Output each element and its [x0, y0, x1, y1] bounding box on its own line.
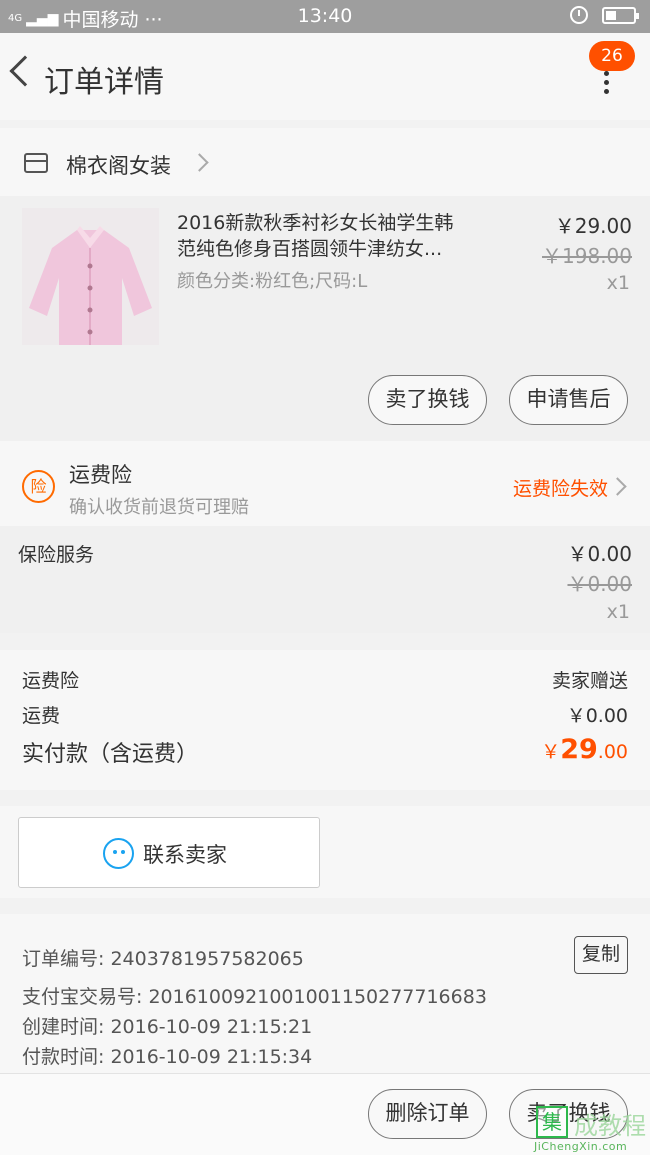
chevron-right-icon	[190, 153, 209, 172]
price-summary: 运费险 卖家赠送 运费 ￥0.00 实付款（含运费） ￥29.00	[0, 650, 650, 790]
alarm-icon	[570, 6, 588, 24]
product-image[interactable]	[22, 208, 159, 345]
product-title-line2: 范纯色修身百搭圆领牛津纺女...	[177, 238, 443, 260]
product-title[interactable]: 2016新款秋季衬衫女长袖学生韩 范纯色修身百搭圆领牛津纺女...	[177, 210, 507, 262]
watermark: 集 成教程 JiChengXin.com	[534, 1106, 650, 1153]
insurance-subtitle: 确认收货前退货可理赔	[69, 497, 249, 518]
nav-bar: 订单详情 26	[0, 33, 650, 120]
product-title-line1: 2016新款秋季衬衫女长袖学生韩	[177, 212, 454, 234]
order-info: 订单编号: 2403781957582065 复制 支付宝交易号: 201610…	[0, 914, 650, 1074]
summary-insurance-value: 卖家赠送	[551, 670, 628, 692]
contact-area: 联系卖家	[0, 806, 650, 898]
total-integer: 29	[560, 734, 598, 765]
watermark-logo: 集	[536, 1106, 568, 1138]
product-item[interactable]: 2016新款秋季衬衫女长袖学生韩 范纯色修身百搭圆领牛津纺女... 颜色分类:粉…	[0, 196, 650, 441]
service-price: ￥0.00	[567, 542, 632, 566]
total-label: 实付款（含运费）	[22, 742, 199, 767]
status-bar: 4G ▂▄▆ 中国移动 ··· 13:40	[0, 0, 650, 33]
order-number: 订单编号: 2403781957582065	[22, 948, 304, 970]
back-icon[interactable]	[9, 55, 41, 87]
shop-row[interactable]: 棉衣阁女装	[0, 128, 650, 196]
more-icon[interactable]	[601, 71, 611, 95]
alipay-transaction-number: 支付宝交易号: 2016100921001001150277716683	[22, 986, 487, 1008]
resell-button[interactable]: 卖了换钱	[368, 375, 487, 425]
after-sale-button[interactable]: 申请售后	[509, 375, 628, 425]
insurance-icon: 险	[22, 470, 55, 503]
clock: 13:40	[297, 5, 353, 27]
product-quantity: x1	[606, 272, 630, 294]
order-detail-page: 4G ▂▄▆ 中国移动 ··· 13:40 订单详情 26 棉衣阁女装 2016…	[0, 0, 650, 1155]
insurance-status: 运费险失效	[512, 478, 608, 500]
insurance-service-item: 保险服务 ￥0.00 ￥0.00 x1	[0, 526, 650, 633]
paid-time: 付款时间: 2016-10-09 21:15:34	[22, 1046, 313, 1068]
service-quantity: x1	[606, 601, 630, 623]
summary-insurance-label: 运费险	[22, 670, 80, 692]
insurance-title: 运费险	[69, 463, 132, 487]
shipping-insurance-row[interactable]: 险 运费险 确认收货前退货可理赔 运费险失效	[0, 441, 650, 526]
copy-button[interactable]: 复制	[574, 936, 628, 974]
total-decimal: .00	[597, 741, 628, 763]
total-amount: ￥29.00	[541, 734, 628, 765]
page-title: 订单详情	[44, 65, 164, 100]
wangwang-chat-icon	[103, 838, 134, 869]
watermark-url: JiChengXin.com	[534, 1140, 628, 1153]
summary-shipping-label: 运费	[22, 705, 61, 727]
summary-shipping-value: ￥0.00	[566, 705, 628, 727]
created-time: 创建时间: 2016-10-09 21:15:21	[22, 1016, 313, 1038]
shop-name: 棉衣阁女装	[66, 154, 171, 178]
product-price: ￥29.00	[554, 214, 632, 238]
service-original-price: ￥0.00	[567, 572, 632, 596]
contact-seller-button[interactable]: 联系卖家	[18, 817, 320, 888]
store-icon	[24, 153, 48, 173]
watermark-text: 成教程	[574, 1112, 646, 1140]
service-name: 保险服务	[18, 544, 95, 566]
battery-icon	[602, 6, 639, 24]
contact-seller-label: 联系卖家	[143, 843, 227, 867]
total-currency: ￥	[541, 741, 561, 763]
chevron-right-icon	[608, 477, 627, 496]
notification-badge[interactable]: 26	[589, 41, 635, 71]
status-right	[570, 6, 639, 24]
delete-order-button[interactable]: 删除订单	[368, 1089, 487, 1139]
product-original-price: ￥198.00	[542, 244, 632, 268]
product-sku: 颜色分类:粉红色;尺码:L	[177, 271, 368, 292]
